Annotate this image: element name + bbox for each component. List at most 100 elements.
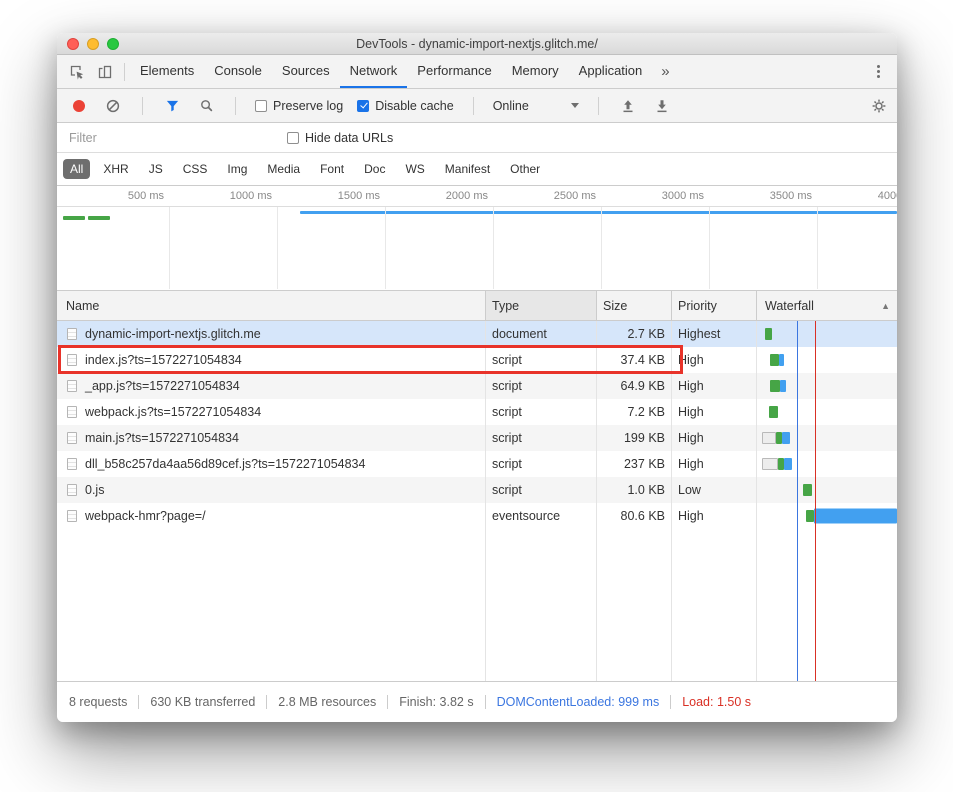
filter-pill-img[interactable]: Img <box>220 159 254 179</box>
throttling-value: Online <box>493 99 529 113</box>
request-priority: High <box>672 425 757 451</box>
hide-data-urls-toggle[interactable]: Hide data URLs <box>287 131 393 145</box>
file-icon <box>67 458 77 470</box>
filter-pill-doc[interactable]: Doc <box>357 159 392 179</box>
tab-application[interactable]: Application <box>569 55 653 88</box>
chevron-down-icon <box>571 103 579 108</box>
name-cell: webpack.js?ts=1572271054834 <box>57 399 486 425</box>
waterfall-bar <box>779 354 784 366</box>
throttling-select[interactable]: Online <box>493 99 579 113</box>
preserve-log-toggle[interactable]: Preserve log <box>255 99 343 113</box>
disable-cache-toggle[interactable]: Disable cache <box>357 99 454 113</box>
column-header-priority[interactable]: Priority <box>672 291 757 320</box>
network-toolbar: Preserve log Disable cache Online <box>57 89 897 123</box>
table-row[interactable]: webpack-hmr?page=/eventsource80.6 KBHigh <box>57 503 897 529</box>
column-header-waterfall[interactable]: Waterfall ▲ <box>757 291 897 320</box>
waterfall-cell <box>757 425 897 451</box>
device-toolbar-icon[interactable] <box>91 55 119 88</box>
timeline-gridline <box>601 207 602 289</box>
tab-network[interactable]: Network <box>340 55 408 88</box>
tab-performance[interactable]: Performance <box>407 55 501 88</box>
resources-size: 2.8 MB resources <box>278 695 376 709</box>
inspect-element-icon[interactable] <box>63 55 91 88</box>
request-name: dll_b58c257da4aa56d89cef.js?ts=157227105… <box>85 457 365 471</box>
waterfall-cell <box>757 503 897 529</box>
preserve-log-label: Preserve log <box>273 99 343 113</box>
filter-pill-js[interactable]: JS <box>142 159 170 179</box>
search-icon[interactable] <box>196 93 216 119</box>
waterfall-bar <box>765 328 772 340</box>
kebab-menu-icon[interactable] <box>865 55 891 88</box>
sort-arrow-icon: ▲ <box>881 301 897 311</box>
filter-pill-xhr[interactable]: XHR <box>96 159 135 179</box>
waterfall-cell <box>757 477 897 503</box>
filter-pill-css[interactable]: CSS <box>176 159 215 179</box>
filter-pill-media[interactable]: Media <box>260 159 307 179</box>
more-panels-button[interactable]: » <box>652 55 678 88</box>
status-divider <box>670 695 671 709</box>
request-type: eventsource <box>486 503 597 529</box>
column-header-size[interactable]: Size <box>597 291 672 320</box>
filter-pill-all[interactable]: All <box>63 159 90 179</box>
tab-memory[interactable]: Memory <box>502 55 569 88</box>
request-name: webpack-hmr?page=/ <box>85 509 206 523</box>
table-row[interactable]: index.js?ts=1572271054834script37.4 KBHi… <box>57 347 897 373</box>
window-titlebar[interactable]: DevTools - dynamic-import-nextjs.glitch.… <box>57 33 897 55</box>
devtools-window: DevTools - dynamic-import-nextjs.glitch.… <box>57 33 897 722</box>
filter-pill-other[interactable]: Other <box>503 159 547 179</box>
file-icon <box>67 484 77 496</box>
time-tick-label: 3000 ms <box>662 190 709 202</box>
tab-elements[interactable]: Elements <box>130 55 204 88</box>
request-name: main.js?ts=1572271054834 <box>85 431 239 445</box>
request-type: script <box>486 425 597 451</box>
request-size: 37.4 KB <box>597 347 672 373</box>
waterfall-cell <box>757 451 897 477</box>
table-row[interactable]: _app.js?ts=1572271054834script64.9 KBHig… <box>57 373 897 399</box>
tab-console[interactable]: Console <box>204 55 272 88</box>
waterfall-bar <box>782 432 790 444</box>
settings-gear-icon[interactable] <box>869 93 889 119</box>
request-priority: High <box>672 373 757 399</box>
filter-pill-font[interactable]: Font <box>313 159 351 179</box>
export-har-icon[interactable] <box>652 93 672 119</box>
transferred-size: 630 KB transferred <box>150 695 255 709</box>
request-priority: High <box>672 399 757 425</box>
file-icon <box>67 328 77 340</box>
tab-sources[interactable]: Sources <box>272 55 340 88</box>
column-header-type[interactable]: Type <box>486 291 597 320</box>
preserve-log-checkbox[interactable] <box>255 100 267 112</box>
file-icon <box>67 354 77 366</box>
column-header-name[interactable]: Name <box>57 291 486 320</box>
record-button[interactable] <box>69 93 89 119</box>
timeline-overview[interactable]: 500 ms1000 ms1500 ms2000 ms2500 ms3000 m… <box>57 186 897 291</box>
waterfall-bar <box>784 458 792 470</box>
waterfall-bar <box>762 432 776 444</box>
filter-pill-manifest[interactable]: Manifest <box>438 159 497 179</box>
filter-pill-ws[interactable]: WS <box>398 159 431 179</box>
request-size: 199 KB <box>597 425 672 451</box>
time-tick-label: 3500 ms <box>770 190 817 202</box>
domcontentloaded-time: DOMContentLoaded: 999 ms <box>497 695 660 709</box>
request-name: dynamic-import-nextjs.glitch.me <box>85 327 261 341</box>
filter-funnel-icon[interactable] <box>162 93 182 119</box>
clear-button[interactable] <box>103 93 123 119</box>
file-icon <box>67 510 77 522</box>
table-row[interactable]: main.js?ts=1572271054834 script199 KBHigh <box>57 425 897 451</box>
waterfall-bar <box>814 509 897 524</box>
filter-input[interactable] <box>67 130 271 146</box>
disable-cache-checkbox[interactable] <box>357 100 369 112</box>
window-title: DevTools - dynamic-import-nextjs.glitch.… <box>57 33 897 55</box>
import-har-icon[interactable] <box>618 93 638 119</box>
file-icon <box>67 406 77 418</box>
table-row[interactable]: 0.jsscript1.0 KBLow <box>57 477 897 503</box>
table-row[interactable]: dll_b58c257da4aa56d89cef.js?ts=157227105… <box>57 451 897 477</box>
request-type: script <box>486 477 597 503</box>
request-size: 64.9 KB <box>597 373 672 399</box>
table-row[interactable]: webpack.js?ts=1572271054834script7.2 KBH… <box>57 399 897 425</box>
table-row[interactable]: dynamic-import-nextjs.glitch.medocument2… <box>57 321 897 347</box>
hide-data-urls-checkbox[interactable] <box>287 132 299 144</box>
request-type: script <box>486 399 597 425</box>
column-guide <box>671 321 672 681</box>
request-type: script <box>486 451 597 477</box>
waterfall-cell <box>757 347 897 373</box>
